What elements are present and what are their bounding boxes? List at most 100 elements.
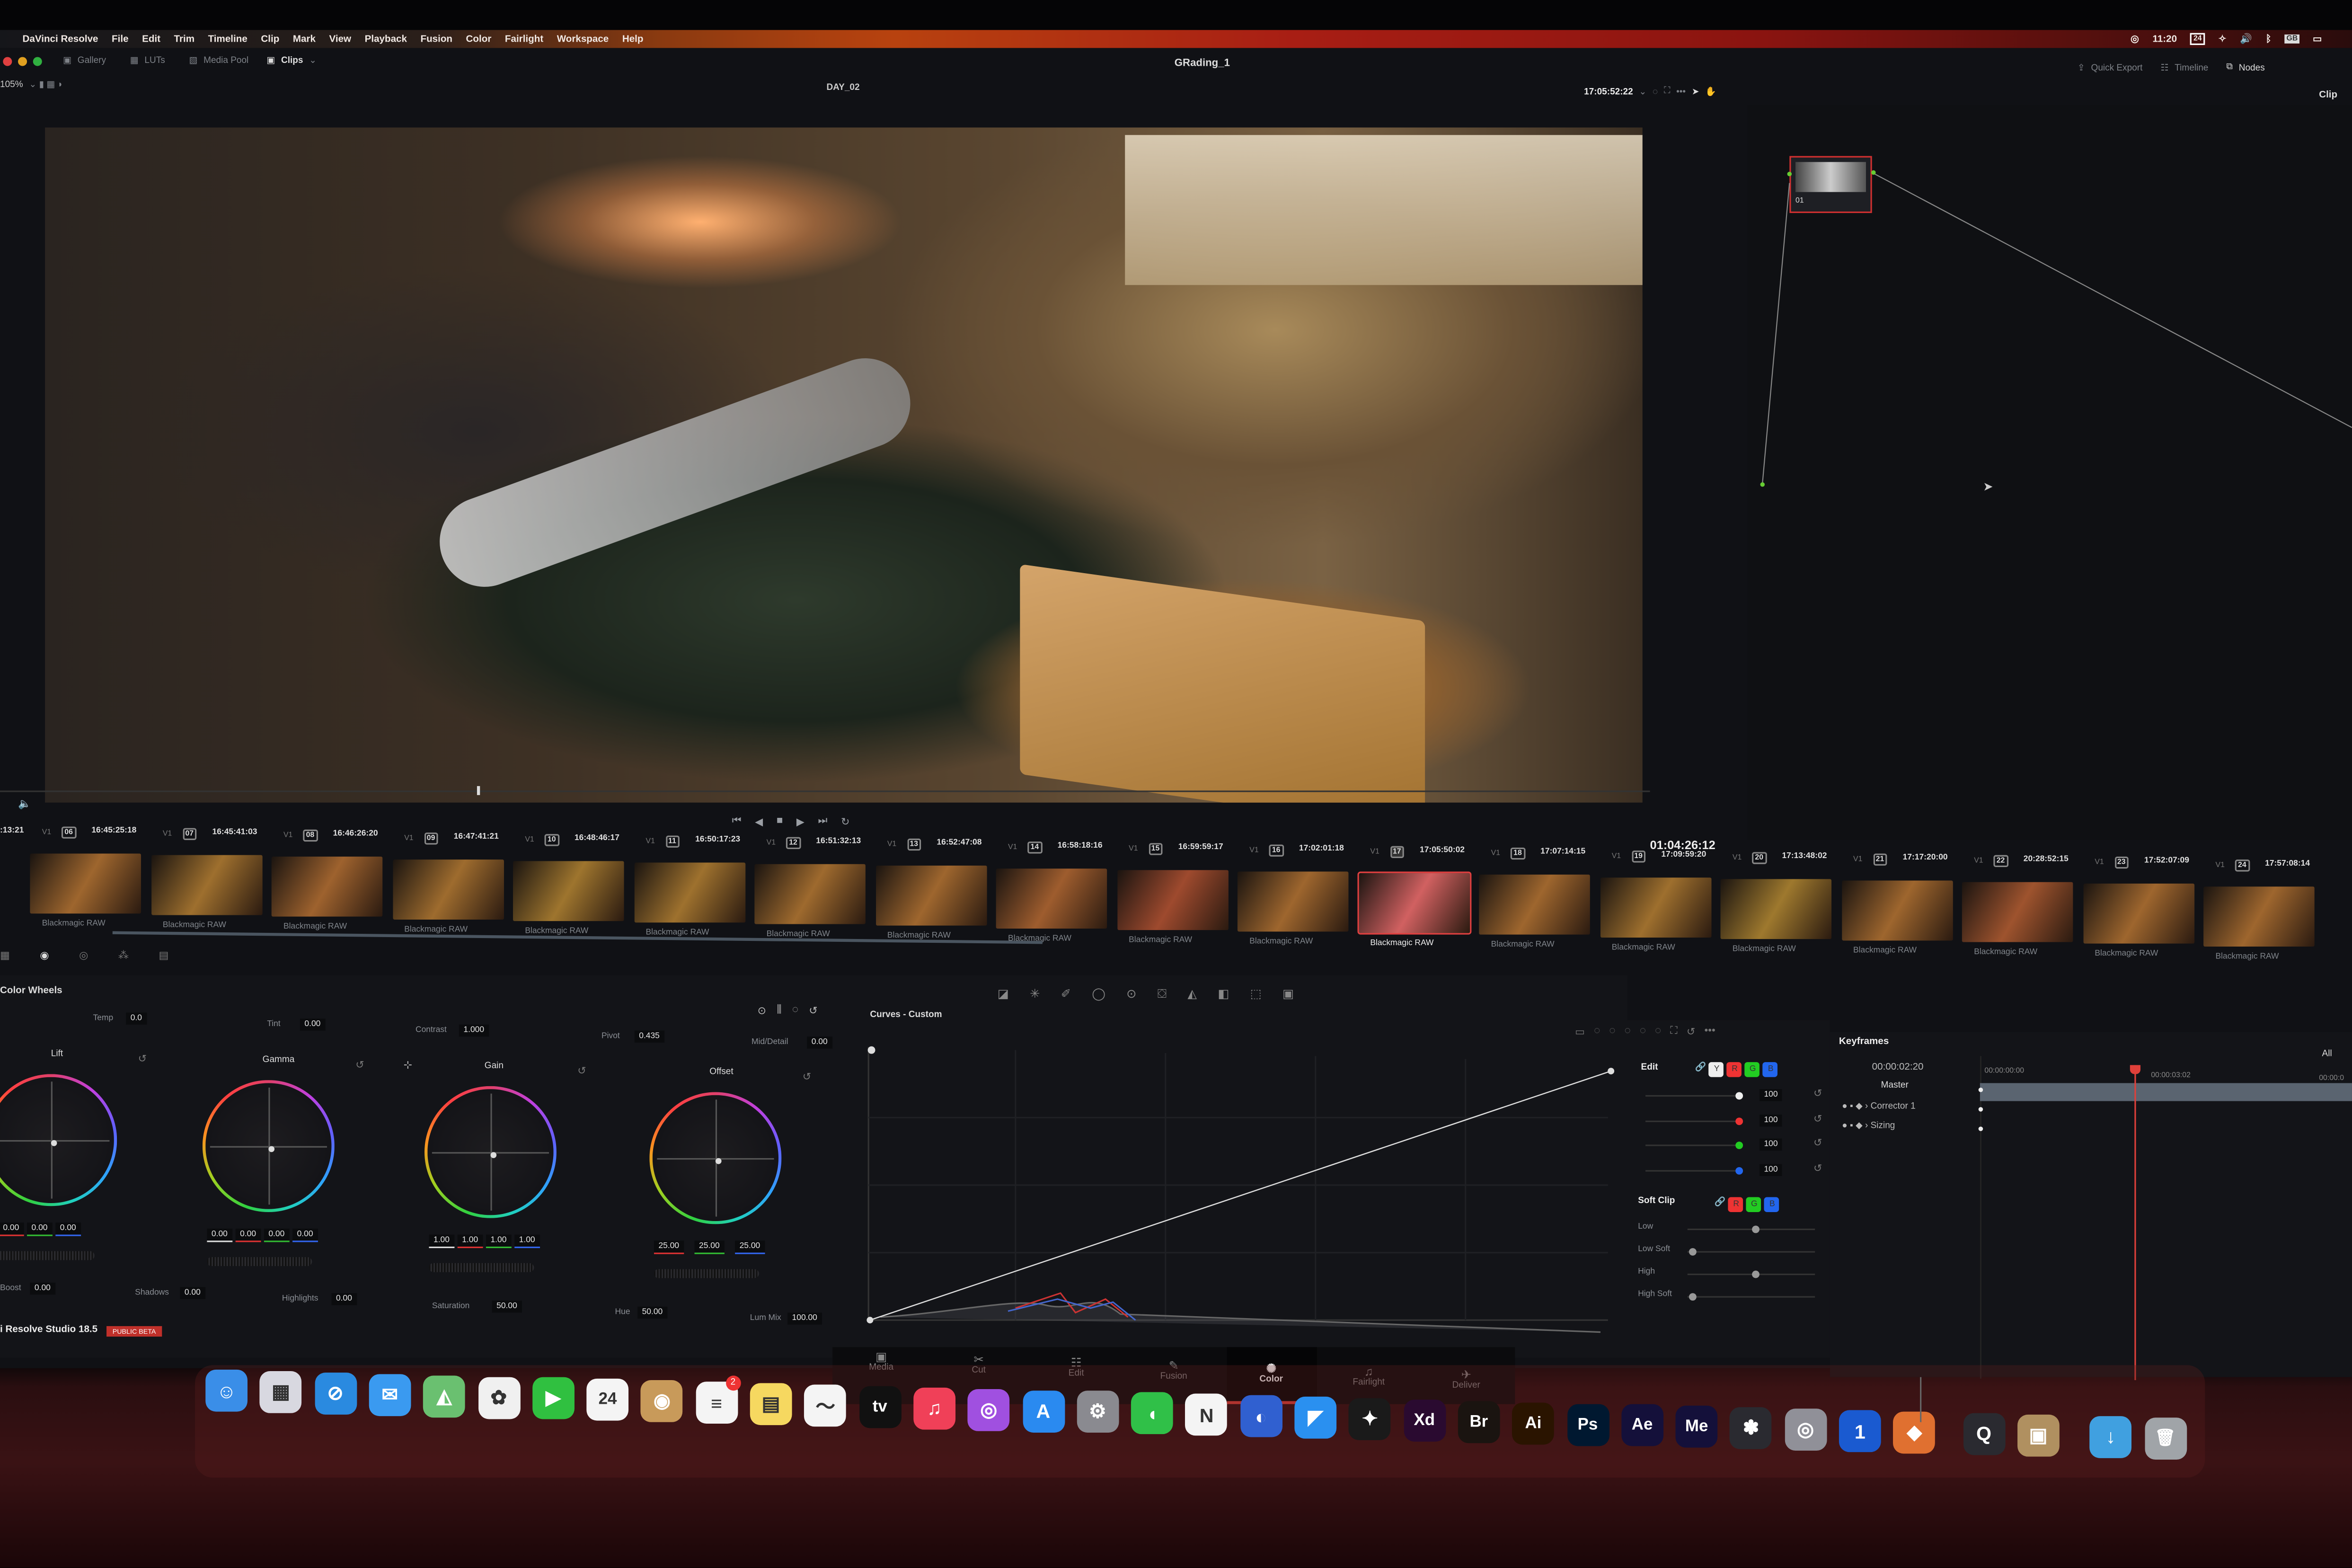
color-indicator-icon[interactable]: ◌ [1653, 88, 1658, 97]
gain-master-wheel[interactable] [429, 1263, 534, 1272]
clip-thumbnail[interactable] [2082, 884, 2194, 944]
wheel-value[interactable]: 1.00 [514, 1234, 540, 1249]
clip-thumbnail[interactable] [392, 859, 504, 919]
clip-19[interactable]: V1 19 17:09:59:20 Blackmagic RAW [1600, 841, 1732, 991]
lummix-value[interactable]: 100.00 [787, 1312, 822, 1325]
wheel-value[interactable]: 25.00 [654, 1240, 684, 1254]
picker-crosshair-icon[interactable]: ⊹ [404, 1059, 413, 1071]
log-wheels-icon[interactable]: ◌ [792, 1005, 798, 1017]
hdr-icon[interactable]: ◎ [79, 949, 88, 962]
source-timecode[interactable]: 17:05:52:22 [1584, 88, 1633, 97]
primaries-bars-icon[interactable]: ⫼ [777, 1005, 781, 1017]
clip-20[interactable]: V1 20 17:13:48:02 Blackmagic RAW [1720, 843, 1853, 993]
dock-calendar-icon[interactable]: 24 [586, 1379, 629, 1421]
viewer-scrubber[interactable] [0, 786, 1650, 795]
channel-r-button[interactable]: R [1727, 1062, 1742, 1077]
wheel-value[interactable]: 1.00 [429, 1234, 454, 1249]
dock-photoshop-icon[interactable]: Ps [1566, 1403, 1609, 1445]
menu-color[interactable]: Color [466, 34, 492, 44]
video-viewer[interactable] [45, 127, 1643, 803]
menu-file[interactable]: File [112, 34, 129, 44]
channel-slider[interactable] [1645, 1169, 1739, 1171]
clip-23[interactable]: V1 23 17:52:07:09 Blackmagic RAW [2082, 848, 2215, 998]
dock-finder-icon[interactable]: ☺ [205, 1369, 248, 1412]
zoom-level[interactable]: 105% [0, 80, 23, 89]
dock-trash-icon[interactable]: 🗑 [2144, 1417, 2186, 1459]
battery-icon[interactable]: ▭ [2313, 33, 2322, 45]
curve-icon[interactable]: ◪ [998, 987, 1009, 1002]
magic-mask-icon[interactable]: ⛋ [1158, 987, 1167, 1002]
wheel-value[interactable]: 0.00 [27, 1223, 53, 1236]
dock-davinci-resolve-icon[interactable]: ✽ [1730, 1407, 1772, 1450]
wheel-puck[interactable] [268, 1146, 275, 1152]
menu-mark[interactable]: Mark [293, 34, 316, 44]
wheel-value[interactable]: 0.00 [292, 1228, 318, 1242]
soft-clip-slider[interactable] [1687, 1296, 1815, 1298]
channel-g-button[interactable]: G [1745, 1062, 1760, 1077]
menu-playback[interactable]: Playback [365, 34, 407, 44]
clip-thumbnail[interactable] [1116, 869, 1228, 930]
hand-tool-icon[interactable]: ✋ [1705, 87, 1716, 97]
clip-17[interactable]: V1 17 17:05:50:02 Blackmagic RAW [1356, 837, 1490, 987]
boost-value[interactable]: 0.00 [30, 1283, 55, 1295]
reset-icon[interactable]: ↺ [1813, 1162, 1822, 1174]
creative-cloud-icon[interactable]: ◎ [2131, 33, 2139, 45]
clip-thumbnail[interactable] [150, 855, 262, 916]
zoom-window-button[interactable] [33, 56, 42, 65]
track-master[interactable]: Master [1881, 1081, 1909, 1090]
offset-master-wheel[interactable] [654, 1269, 759, 1278]
lift-wheel[interactable] [0, 1074, 117, 1206]
clip-thumbnail[interactable] [2203, 886, 2315, 946]
wheel-value[interactable]: 0.00 [207, 1228, 232, 1242]
clip-thumbnail[interactable] [1479, 875, 1590, 935]
menu-view[interactable]: View [329, 34, 351, 44]
clip-thumbnail[interactable] [996, 868, 1107, 928]
soft-clip-slider[interactable] [1687, 1273, 1815, 1276]
clip-thumbnail[interactable] [1237, 871, 1349, 932]
menu-app-name[interactable]: DaVinci Resolve [23, 34, 98, 44]
wheel-puck[interactable] [51, 1140, 57, 1146]
dock-illustrator-icon[interactable]: Ai [1512, 1402, 1555, 1444]
dock-bridge-icon[interactable]: Br [1458, 1400, 1500, 1443]
luts-button[interactable]: LUTs [144, 56, 165, 65]
clip-09[interactable]: V1 09 16:47:41:21 Blackmagic RAW [392, 823, 524, 973]
dock-notes-icon[interactable]: ▤ [750, 1383, 792, 1426]
dock-after-effects-icon[interactable]: Ae [1621, 1404, 1663, 1447]
slider-knob[interactable] [1689, 1248, 1697, 1256]
soft-clip-slider[interactable] [1687, 1228, 1815, 1231]
minimize-window-button[interactable] [18, 56, 27, 65]
channel-value[interactable]: 100 [1759, 1163, 1783, 1176]
wheel-reset-icon[interactable]: ↺ [138, 1053, 147, 1065]
channel-y-button[interactable]: Y [1709, 1062, 1724, 1077]
slider-knob[interactable] [1735, 1142, 1743, 1149]
viewer-zoom[interactable]: 105% ⌄ ▮ ▦ ◗ [0, 80, 63, 90]
shadows-value[interactable]: 0.00 [180, 1287, 205, 1299]
wheel-puck[interactable] [490, 1152, 497, 1158]
clip-22[interactable]: V1 22 20:28:52:15 Blackmagic RAW [1962, 846, 2094, 996]
clip-thumbnail[interactable] [1841, 880, 1953, 941]
channel-slider[interactable] [1645, 1095, 1739, 1097]
soft-clip-g-button[interactable]: G [1746, 1197, 1762, 1213]
menu-workspace[interactable]: Workspace [557, 34, 609, 44]
dock-facetime-icon[interactable]: ▶ [532, 1377, 575, 1420]
clip-14[interactable]: V1 14 16:58:18:16 Blackmagic RAW [996, 832, 1128, 982]
wheel-value[interactable]: 0.00 [0, 1223, 24, 1236]
menu-clip[interactable]: Clip [261, 34, 279, 44]
dock-contacts-icon[interactable]: ◉ [641, 1380, 683, 1423]
timeline-selector[interactable]: DAY_02 [826, 84, 859, 93]
offset-wheel[interactable] [649, 1092, 781, 1224]
dock-archive-utility-icon[interactable]: ▣ [2017, 1414, 2060, 1456]
clip-12[interactable]: V1 12 16:51:32:13 Blackmagic RAW [754, 828, 887, 978]
calendar-status-icon[interactable]: 24 [2190, 33, 2205, 45]
dock-notion-icon[interactable]: N [1185, 1394, 1228, 1436]
tint-value[interactable]: 0.00 [300, 1019, 325, 1031]
dock-app-store-icon[interactable]: A [1022, 1390, 1064, 1432]
clip-15[interactable]: V1 15 16:59:59:17 Blackmagic RAW [1116, 834, 1249, 984]
clip-thumbnail[interactable] [1600, 877, 1711, 937]
gain-wheel[interactable] [424, 1086, 557, 1218]
tracker-icon[interactable]: ⊙ [1126, 987, 1136, 1002]
motion-effects-icon[interactable]: ▤ [159, 949, 168, 962]
rgb-mixer-icon[interactable]: ⁂ [118, 949, 129, 962]
clip-18[interactable]: V1 18 17:07:14:15 Blackmagic RAW [1479, 839, 1611, 989]
track-sizing[interactable]: ● ▪ ◆ › Sizing [1842, 1121, 1895, 1131]
